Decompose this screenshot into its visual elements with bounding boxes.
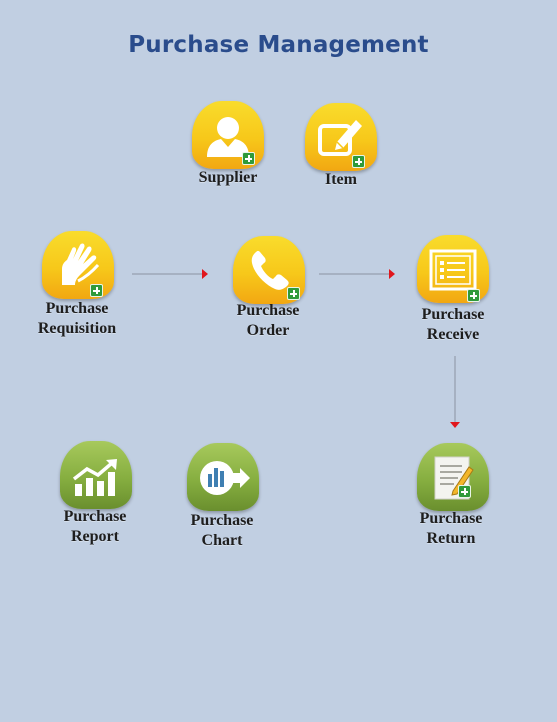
trend-chart-icon — [72, 459, 117, 496]
purchase-receive-module[interactable] — [417, 235, 489, 305]
add-purchase-receive-icon[interactable] — [467, 289, 480, 302]
purchase-requisition-label: Purchase Requisition — [37, 300, 117, 337]
purchase-requisition-icon-button[interactable] — [42, 231, 114, 299]
purchase-report-label: Purchase Report — [63, 508, 127, 545]
purchase-report-module[interactable] — [60, 441, 132, 509]
page-title: Purchase Management — [128, 32, 429, 58]
item-icon-button[interactable] — [305, 103, 377, 171]
add-purchase-return-icon[interactable] — [458, 485, 471, 498]
purchase-return-module[interactable] — [417, 443, 489, 513]
add-item-icon[interactable] — [352, 155, 365, 168]
arrow-order-to-receive — [319, 269, 395, 279]
purchase-order-module[interactable] — [233, 236, 305, 306]
arrow-receive-to-return — [450, 356, 460, 428]
purchase-chart-module[interactable] — [187, 443, 259, 511]
purchase-return-label: Purchase Return — [419, 510, 483, 547]
purchase-receive-label: Purchase Receive — [421, 306, 485, 343]
purchase-report-icon-button[interactable] — [60, 441, 132, 509]
add-supplier-icon[interactable] — [242, 152, 255, 165]
purchase-order-label: Purchase Order — [236, 302, 300, 339]
document-pencil-icon — [434, 456, 474, 500]
purchase-requisition-module[interactable] — [42, 231, 114, 301]
item-label: Item — [325, 171, 357, 188]
supplier-label: Supplier — [198, 169, 258, 186]
edit-icon — [318, 120, 362, 156]
purchase-chart-icon-button[interactable] — [187, 443, 259, 511]
bar-chart-arrow-icon — [200, 461, 250, 495]
purchase-return-icon-button[interactable] — [417, 443, 489, 511]
hand-icon — [62, 243, 100, 285]
purchase-chart-label: Purchase Chart — [190, 512, 254, 549]
add-purchase-order-icon[interactable] — [287, 287, 300, 300]
add-purchase-requisition-icon[interactable] — [90, 284, 103, 297]
arrow-requisition-to-order — [132, 269, 208, 279]
